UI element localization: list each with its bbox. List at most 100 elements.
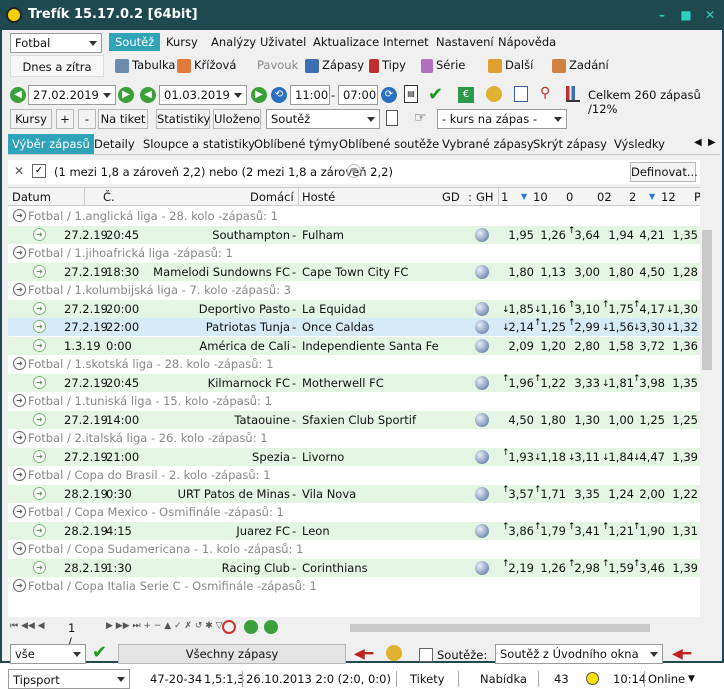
time-from-field[interactable]: 11:00 — [290, 85, 330, 105]
apply-checkmark-icon[interactable]: ✔ — [92, 642, 107, 663]
vsechny-zapasy-button[interactable]: Všechny zápasy — [118, 644, 346, 664]
close-icon[interactable]: ✕ — [704, 9, 716, 21]
col-colon[interactable]: : — [468, 190, 472, 204]
krizova-button[interactable]: Křížová — [177, 55, 236, 75]
tab-oblibene-tymy[interactable]: Oblíbené týmy — [250, 134, 342, 154]
ball-icon[interactable] — [475, 449, 489, 464]
sync-green-icon[interactable] — [264, 620, 278, 634]
ball-icon[interactable] — [475, 560, 489, 575]
maximize-icon[interactable]: ■ — [680, 9, 692, 21]
group-row[interactable]: ➜ Fotbal / 1.tuniská liga - 15. kolo -záp… — [8, 392, 700, 410]
kursy-button[interactable]: Kursy — [10, 109, 52, 129]
col-1[interactable]: 1 — [501, 190, 508, 204]
tab-scroll-left-icon[interactable]: ◀ — [694, 137, 702, 148]
refresh-icon[interactable]: ⟳ — [381, 87, 397, 103]
tipy-button[interactable]: Tipy — [369, 55, 406, 75]
menu-soutez[interactable]: Soutěž — [109, 33, 161, 51]
period-button[interactable]: Dnes a zítra — [10, 55, 104, 77]
horizontal-scrollbar[interactable] — [348, 621, 700, 635]
col-domaci[interactable]: Domácí — [250, 190, 294, 204]
menu-aktualizace[interactable]: Aktualizace — [313, 33, 379, 51]
stop-icon[interactable] — [222, 620, 236, 634]
ball-icon[interactable] — [475, 338, 489, 353]
reset-icon[interactable]: ⟲ — [271, 87, 287, 103]
col-02[interactable]: 02 — [597, 190, 612, 204]
ball-icon[interactable] — [475, 320, 489, 334]
arrow-left-icon-2[interactable]: ◀━ — [672, 646, 691, 662]
person-warning-icon[interactable] — [386, 645, 402, 661]
expand-group-icon[interactable]: ➜ — [13, 505, 26, 518]
col-gh[interactable]: GH — [476, 190, 494, 204]
arrow-left-icon[interactable]: ◀━ — [354, 646, 373, 662]
menu-uzivatel[interactable]: Uživatel — [260, 33, 306, 51]
definovat-button[interactable]: Definovat... — [630, 162, 698, 182]
col-10[interactable]: 10 — [533, 190, 548, 204]
menu-kursy[interactable]: Kursy — [166, 33, 198, 51]
filter-checkbox[interactable]: ✓ — [32, 164, 46, 178]
soutez-select[interactable]: Soutěž — [266, 109, 380, 129]
vertical-scrollbar[interactable] — [700, 206, 714, 617]
magnifier-icon[interactable]: ⚲ — [540, 85, 550, 101]
expand-group-icon[interactable]: ➜ — [13, 394, 26, 407]
person-icon[interactable] — [486, 86, 502, 102]
expand-group-icon[interactable]: ➜ — [13, 357, 26, 370]
group-row[interactable]: ➜ Fotbal / Copa Sudamericana - 1. kolo -z… — [8, 540, 700, 558]
col-0[interactable]: 0 — [566, 190, 573, 204]
ball-icon[interactable] — [475, 412, 489, 427]
status-nabidka[interactable]: Nabídka — [480, 672, 527, 686]
col-cislo[interactable]: Č. — [103, 190, 115, 204]
online-chevron-icon[interactable]: ▼ — [688, 674, 695, 684]
prev-day-to-icon[interactable]: ◀ — [140, 87, 156, 103]
ball-icon[interactable] — [475, 523, 489, 538]
match-row[interactable]: ➜ 28.2.19 0:30 URT Patos de Minas - Vila Nova… — [8, 484, 700, 503]
filter-col-2-icon[interactable]: ▼ — [649, 192, 655, 201]
match-detail-icon[interactable]: ➜ — [33, 338, 46, 352]
tab-scroll-right-icon[interactable]: ▶ — [708, 137, 716, 148]
ball-icon[interactable] — [475, 227, 489, 242]
match-row[interactable]: ➜ 28.2.19 4:15 Juarez FC - Leon ↑ 3,86 ↑ 1,79 ↑ 3,4… — [8, 521, 700, 540]
prev-day-icon[interactable]: ◀ — [10, 87, 26, 103]
excel-icon[interactable]: € — [458, 87, 474, 103]
menu-nastaveni[interactable]: Nastavení — [436, 33, 494, 51]
vse-select[interactable]: vše — [10, 644, 86, 664]
minimize-icon[interactable]: – — [656, 9, 668, 21]
tab-vysledky-analyz[interactable]: Výsledky analýz — [610, 134, 696, 154]
match-row[interactable]: ➜ 27.2.19 20:00 Deportivo Pasto - La Equidad ↓… — [8, 299, 700, 318]
zadani-button[interactable]: Zadání — [552, 55, 609, 75]
doc-icon[interactable] — [386, 110, 398, 126]
pointing-hand-icon[interactable]: ☞ — [414, 110, 427, 126]
tabulka-button[interactable]: Tabulka — [115, 55, 175, 75]
ball-icon[interactable] — [475, 264, 489, 279]
match-detail-icon[interactable]: ➜ — [33, 486, 46, 500]
group-row[interactable]: ➜ Fotbal / 1.kolumbijská liga - 7. kolo -… — [8, 281, 700, 299]
match-row[interactable]: ➜ 27.2.19 20:45 Southampton - Fulham 1,95 1,26 ↑… — [8, 225, 700, 244]
group-row[interactable]: ➜ Fotbal / Copa Mexico - Osmifinále -zápa… — [8, 503, 700, 521]
expand-group-icon[interactable]: ➜ — [13, 468, 26, 481]
tab-vybrane-zapasy[interactable]: Vybrané zápasy — [438, 134, 538, 154]
ball-icon[interactable] — [475, 301, 489, 316]
sport-select[interactable]: Fotbal — [10, 33, 102, 53]
checklist-icon[interactable] — [514, 86, 528, 102]
match-detail-icon[interactable]: ➜ — [33, 412, 46, 426]
close-filter-icon[interactable]: ✕ — [14, 164, 24, 178]
ulozeno-button[interactable]: Uloženo — [213, 109, 261, 129]
match-detail-icon[interactable]: ➜ — [33, 301, 46, 315]
col-gd[interactable]: GD — [442, 190, 460, 204]
tab-vyber-zapasu[interactable]: Výběr zápasů — [8, 134, 94, 154]
group-row[interactable]: ➜ Fotbal / Copa do Brasil - 2. kolo -zápa… — [8, 466, 700, 484]
tab-detaily[interactable]: Detaily — [90, 134, 139, 154]
expand-group-icon[interactable]: ➜ — [13, 542, 26, 555]
minus-button[interactable]: - — [78, 109, 96, 129]
tab-oblibene-souteze[interactable]: Oblíbené soutěže — [335, 134, 443, 154]
na-tiket-button[interactable]: Na tiket — [98, 109, 148, 129]
vertical-scroll-thumb[interactable] — [702, 230, 712, 370]
next-day-to-icon[interactable]: ▶ — [251, 87, 267, 103]
horizontal-scroll-thumb[interactable] — [350, 624, 650, 632]
plus-button[interactable]: + — [56, 109, 74, 129]
souteze-select[interactable]: Soutěž z Úvodního okna — [495, 644, 663, 664]
match-detail-icon[interactable]: ➜ — [33, 264, 46, 278]
group-row[interactable]: ➜ Fotbal / 1.skotská liga - 28. kolo -záp… — [8, 355, 700, 373]
match-detail-icon[interactable]: ➜ — [33, 449, 46, 463]
expand-group-icon[interactable]: ➜ — [13, 579, 26, 592]
match-row[interactable]: ➜ 27.2.19 20:45 Kilmarnock FC - Motherwell FC… — [8, 373, 700, 392]
